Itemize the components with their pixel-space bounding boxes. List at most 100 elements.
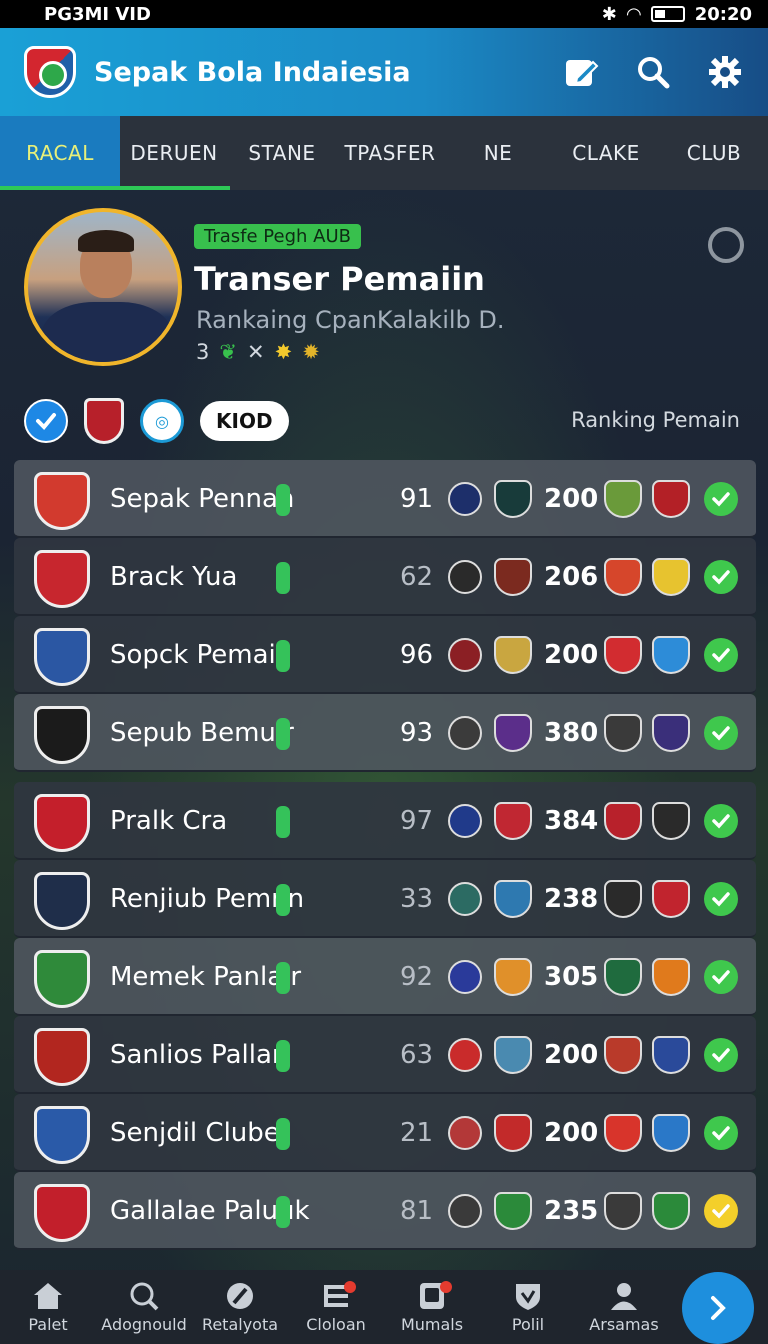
search-icon[interactable] xyxy=(634,53,672,91)
nav-search[interactable]: Adognould xyxy=(96,1281,192,1334)
club-badge-icon xyxy=(494,1036,532,1074)
position-marker-icon xyxy=(276,884,290,916)
ranking-label: Ranking Pemain xyxy=(571,408,740,432)
nav-label: Retalyota xyxy=(201,1314,279,1334)
tab-deruen[interactable]: DERUEN xyxy=(120,116,228,190)
filter-pill[interactable]: KIOD xyxy=(200,401,289,441)
player-ranking-list: Sepak Pennan 91 200 Brack Yua 62 206 Sopck Pem… xyxy=(14,460,756,1250)
player-row[interactable]: Sopck Pemair 96 200 xyxy=(14,616,756,694)
player-rating: 92 xyxy=(400,962,434,992)
tab-club[interactable]: CLUB xyxy=(660,116,768,190)
user-icon xyxy=(611,1282,637,1310)
nav-list[interactable]: Cloloan xyxy=(288,1280,384,1334)
club-badge-icon xyxy=(652,1114,690,1152)
ball-icon xyxy=(227,1282,253,1309)
nav-cards[interactable]: Mumals xyxy=(384,1280,480,1334)
check-status-icon[interactable] xyxy=(704,960,738,994)
player-row[interactable]: Brack Yua 62 206 xyxy=(14,538,756,616)
tab-clake[interactable]: CLAKE xyxy=(552,116,660,190)
nav-profile[interactable]: Arsamas xyxy=(576,1281,672,1334)
club-badge-icon xyxy=(652,636,690,674)
club-badge-icon xyxy=(652,714,690,752)
club-badge-icon xyxy=(494,558,532,596)
medal-filter-icon[interactable]: ◎ xyxy=(140,399,184,443)
club-badge-icon xyxy=(448,638,482,672)
filter-row: ◎ KIOD xyxy=(24,398,289,444)
player-row[interactable]: Sepub Bemuir 93 380 xyxy=(14,694,756,772)
position-marker-icon xyxy=(276,1040,290,1072)
player-row[interactable]: Sanlios Pallan 63 200 xyxy=(14,1016,756,1094)
club-badge-icon xyxy=(494,480,532,518)
check-status-icon[interactable] xyxy=(704,1116,738,1150)
player-row[interactable]: Gallalae Paluuk 81 235 xyxy=(14,1172,756,1250)
club-crest-icon xyxy=(34,1106,90,1164)
search-icon xyxy=(130,1282,159,1310)
gear-icon[interactable] xyxy=(706,53,744,91)
player-rating: 63 xyxy=(400,1040,434,1070)
check-status-icon[interactable] xyxy=(704,482,738,516)
player-name: Pralk Cra xyxy=(110,806,228,836)
tab-racal[interactable]: RACAL xyxy=(0,116,120,190)
active-tab-indicator xyxy=(0,186,230,190)
status-left-text: PG3MI VID xyxy=(44,3,151,25)
check-status-icon[interactable] xyxy=(704,1194,738,1228)
edit-icon[interactable] xyxy=(562,53,600,91)
tab-ne[interactable]: NE xyxy=(444,116,552,190)
player-points: 206 xyxy=(544,562,599,592)
club-shield-filter-icon[interactable] xyxy=(84,398,124,444)
check-status-icon[interactable] xyxy=(704,560,738,594)
club-crest-icon xyxy=(34,872,90,930)
position-marker-icon xyxy=(276,718,290,750)
player-points: 200 xyxy=(544,1040,599,1070)
club-crest-icon xyxy=(34,1028,90,1086)
club-badge-icon xyxy=(448,960,482,994)
radio-toggle-icon[interactable] xyxy=(708,227,744,263)
club-badge-icon xyxy=(494,1192,532,1230)
player-points: 238 xyxy=(544,884,599,914)
check-status-icon[interactable] xyxy=(704,716,738,750)
nav-ball[interactable]: Retalyota xyxy=(192,1281,288,1334)
player-name: Senjdil Clube xyxy=(110,1118,280,1148)
player-rating: 33 xyxy=(400,884,434,914)
club-crest-icon xyxy=(34,950,90,1008)
sun-icon: ✹ xyxy=(302,340,320,364)
player-rating: 21 xyxy=(400,1118,434,1148)
check-status-icon[interactable] xyxy=(704,1038,738,1072)
club-badge-icon xyxy=(604,958,642,996)
check-status-icon[interactable] xyxy=(704,638,738,672)
player-row[interactable]: Sepak Pennan 91 200 xyxy=(14,460,756,538)
player-row[interactable]: Renjiub Pemnn 33 238 xyxy=(14,860,756,938)
club-badge-icon xyxy=(494,802,532,840)
player-avatar[interactable] xyxy=(24,208,182,366)
player-points: 380 xyxy=(544,718,599,748)
app-logo xyxy=(24,46,76,98)
home-icon xyxy=(34,1282,62,1309)
crossed-tools-icon: ✕ xyxy=(246,340,265,364)
nav-home[interactable]: Palet xyxy=(0,1281,96,1334)
check-status-icon[interactable] xyxy=(704,882,738,916)
club-badge-icon xyxy=(494,1114,532,1152)
player-row[interactable]: Memek Panlair 92 305 xyxy=(14,938,756,1016)
club-crest-icon xyxy=(34,794,90,852)
nav-shield[interactable]: Polil xyxy=(480,1281,576,1334)
club-crest-icon xyxy=(34,628,90,686)
position-marker-icon xyxy=(276,562,290,594)
player-row[interactable]: Senjdil Clube 21 200 xyxy=(14,1094,756,1172)
status-bar: PG3MI VID ✱ ◠ 20:20 xyxy=(0,0,768,28)
chevron-right-icon xyxy=(711,1296,726,1320)
position-marker-icon xyxy=(276,484,290,516)
check-status-icon[interactable] xyxy=(704,804,738,838)
tab-tpasfer[interactable]: TPASFER xyxy=(336,116,444,190)
club-crest-icon xyxy=(34,472,90,530)
club-badge-icon xyxy=(604,558,642,596)
position-marker-icon xyxy=(276,962,290,994)
club-badge-icon xyxy=(494,714,532,752)
player-points: 200 xyxy=(544,1118,599,1148)
tab-stane[interactable]: STANE xyxy=(228,116,336,190)
player-row[interactable]: Pralk Cra 97 384 xyxy=(14,782,756,860)
player-points: 200 xyxy=(544,640,599,670)
next-fab-button[interactable] xyxy=(682,1272,754,1344)
profile-title: Transer Pemaiin xyxy=(194,260,485,298)
club-badge-icon xyxy=(494,958,532,996)
check-filter-icon[interactable] xyxy=(24,399,68,443)
